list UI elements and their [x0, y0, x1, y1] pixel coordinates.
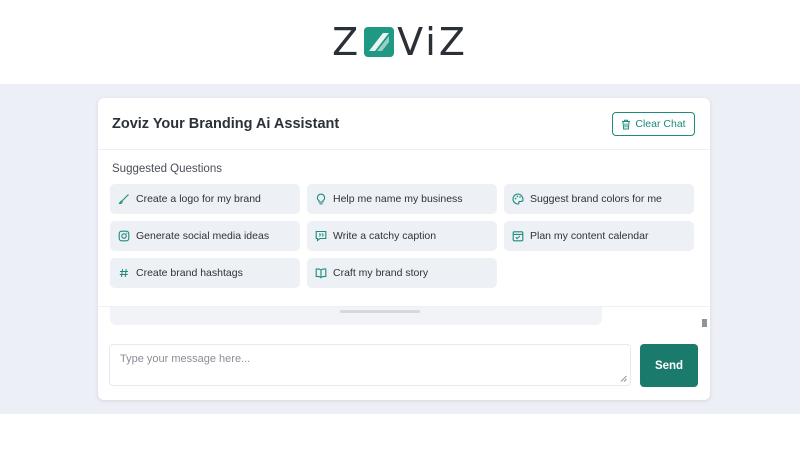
suggestion-content-calendar[interactable]: Plan my content calendar	[504, 221, 694, 251]
suggestion-label: Suggest brand colors for me	[530, 193, 662, 205]
chat-header: Zoviz Your Branding Ai Assistant Clear C…	[98, 98, 710, 150]
message-input-box	[109, 344, 631, 386]
logo-bar: Z ViZ	[0, 0, 800, 84]
suggestion-brand-hashtags[interactable]: Create brand hashtags	[110, 258, 300, 288]
suggestion-label: Create a logo for my brand	[136, 193, 261, 205]
suggestion-create-logo[interactable]: Create a logo for my brand	[110, 184, 300, 214]
message-scrollbar[interactable]	[702, 319, 707, 327]
logo-letter-z: Z	[332, 20, 362, 64]
suggestion-social-ideas[interactable]: Generate social media ideas	[110, 221, 300, 251]
brand-logo: Z ViZ	[332, 20, 468, 64]
comment-quote-icon	[315, 230, 327, 242]
message-text-fragment	[340, 310, 420, 313]
chat-stage: Zoviz Your Branding Ai Assistant Clear C…	[0, 84, 800, 414]
message-input[interactable]	[110, 345, 630, 385]
hashtag-icon	[119, 268, 128, 278]
clear-chat-button[interactable]: Clear Chat	[612, 112, 695, 136]
message-bubble	[110, 307, 602, 325]
suggestion-label: Craft my brand story	[333, 267, 429, 279]
suggestion-label: Generate social media ideas	[136, 230, 270, 242]
suggestion-name-business[interactable]: Help me name my business	[307, 184, 497, 214]
send-button[interactable]: Send	[640, 344, 698, 387]
trash-icon	[622, 119, 631, 129]
resize-grip-icon[interactable]	[620, 375, 627, 382]
suggestion-brand-colors[interactable]: Suggest brand colors for me	[504, 184, 694, 214]
suggestion-label: Help me name my business	[333, 193, 463, 205]
clear-chat-label: Clear Chat	[635, 118, 686, 130]
book-icon	[315, 268, 327, 279]
message-list[interactable]	[98, 306, 710, 332]
suggestion-label: Write a catchy caption	[333, 230, 437, 242]
brush-icon	[118, 194, 129, 205]
lightbulb-icon	[316, 193, 326, 205]
suggestion-label: Create brand hashtags	[136, 267, 243, 279]
page-title: Zoviz Your Branding Ai Assistant	[112, 116, 340, 132]
instagram-icon	[118, 230, 130, 242]
chat-panel: Zoviz Your Branding Ai Assistant Clear C…	[98, 98, 710, 400]
suggestion-label: Plan my content calendar	[530, 230, 649, 242]
suggestion-brand-story[interactable]: Craft my brand story	[307, 258, 497, 288]
suggested-questions-heading: Suggested Questions	[112, 163, 222, 175]
logo-mark-icon	[364, 27, 395, 57]
calendar-check-icon	[512, 231, 524, 242]
suggestion-catchy-caption[interactable]: Write a catchy caption	[307, 221, 497, 251]
palette-icon	[512, 193, 524, 205]
logo-letters-rest: ViZ	[397, 20, 468, 64]
